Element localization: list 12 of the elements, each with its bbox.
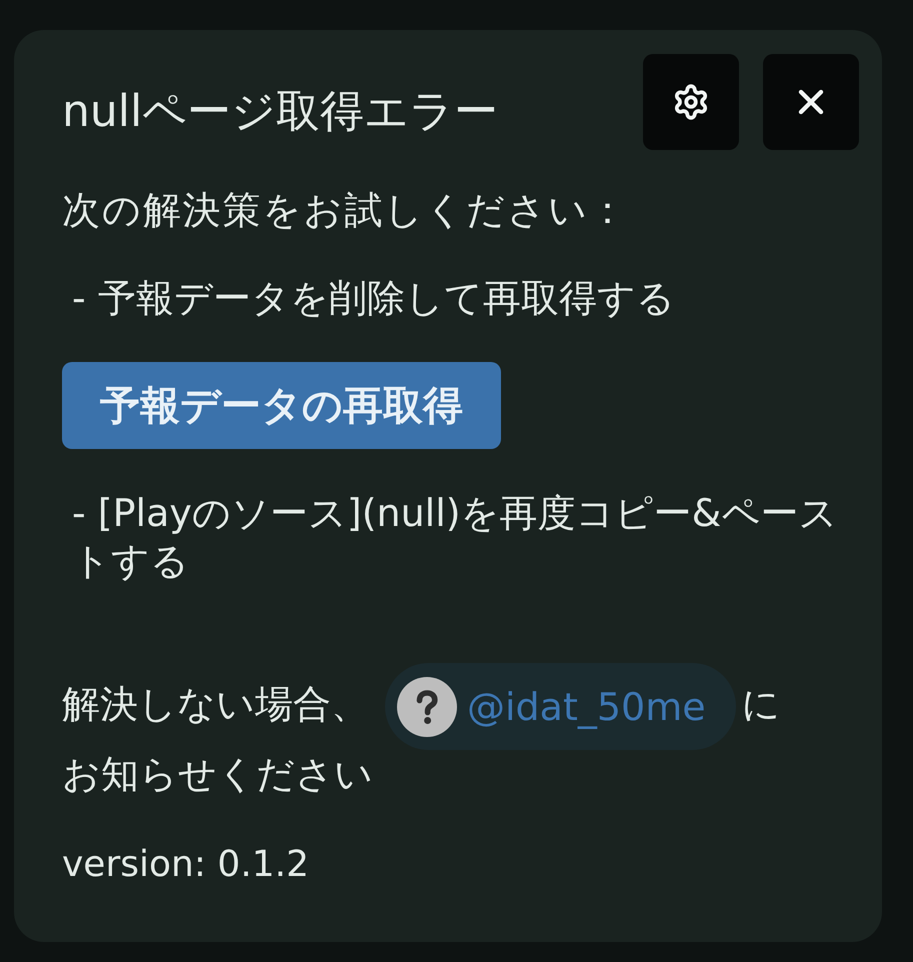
version-text: version: 0.1.2 (62, 843, 310, 887)
dialog-title: nullページ取得エラー (62, 86, 498, 138)
refetch-button[interactable]: 予報データの再取得 (62, 362, 501, 449)
close-button[interactable] (763, 54, 859, 150)
settings-button[interactable] (643, 54, 739, 150)
step-text: - 予報データを削除して再取得する (71, 275, 676, 322)
question-icon (397, 676, 457, 736)
settings-icon (672, 83, 710, 121)
mention-link[interactable]: @idat_50me (385, 663, 736, 750)
contact-text: 解決しない場合、 @idat_50me にお知らせください (62, 663, 802, 798)
intro-text: 次の解決策をお試しください： (62, 187, 630, 234)
step-text: - [Playのソース](null)を再度コピー&ペーストする (71, 490, 838, 585)
